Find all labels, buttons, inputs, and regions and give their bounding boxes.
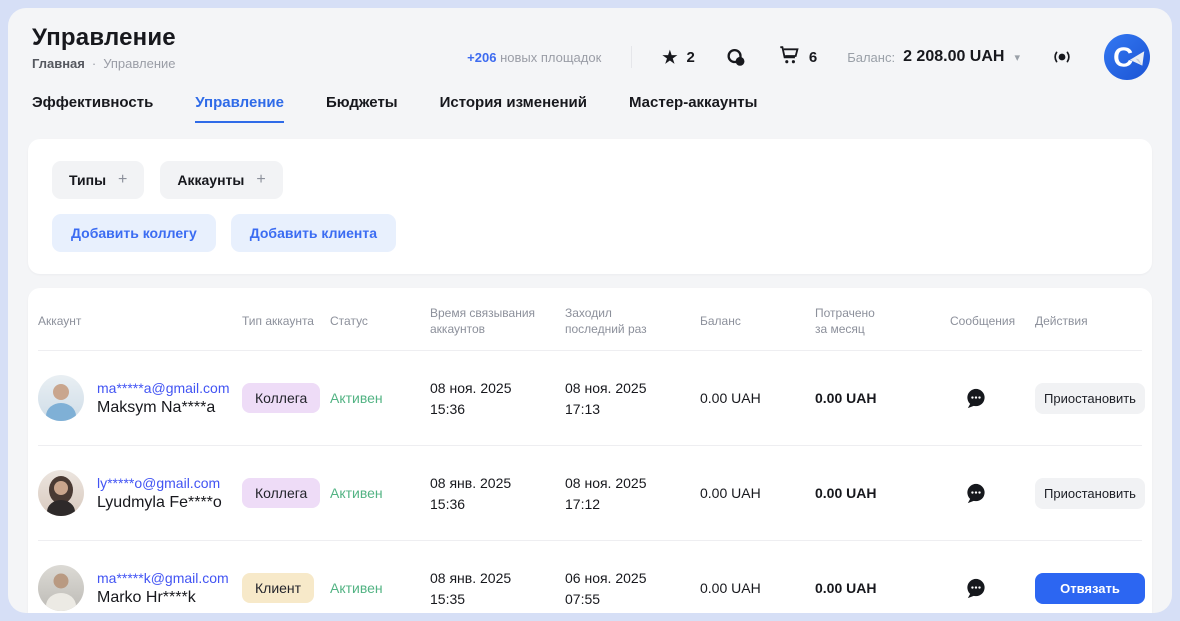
unlink-button[interactable]: Отвязать — [1035, 573, 1145, 604]
favorites-count: 2 — [687, 49, 695, 66]
add-client-button[interactable]: Добавить клиента — [231, 214, 396, 252]
message-icon[interactable] — [964, 387, 987, 410]
account-name: Marko Hr****k — [97, 589, 229, 607]
table-row: ly*****o@gmail.com Lyudmyla Fe****o Колл… — [38, 445, 1142, 540]
message-icon[interactable] — [964, 577, 987, 600]
cart-icon — [778, 44, 800, 70]
brand-logo[interactable]: C — [1104, 34, 1150, 80]
cart-stat[interactable]: 6 — [778, 44, 817, 70]
svg-text:C: C — [1113, 42, 1133, 73]
linked-datetime: 08 янв. 202515:35 — [430, 569, 565, 608]
col-account: Аккаунт — [38, 313, 242, 329]
balance-cell: 0.00 UAH — [700, 485, 815, 501]
col-spent-month: Потрачено за месяц — [815, 305, 950, 337]
account-email[interactable]: ma*****a@gmail.com — [97, 380, 229, 396]
add-colleague-button[interactable]: Добавить коллегу — [52, 214, 216, 252]
account-type-badge: Коллега — [242, 383, 320, 413]
linked-datetime: 08 янв. 202515:36 — [430, 474, 565, 513]
header-divider — [631, 46, 632, 68]
cart-count: 6 — [809, 49, 817, 66]
breadcrumb-home[interactable]: Главная — [32, 56, 85, 71]
status-label: Активен — [330, 485, 383, 501]
plus-icon: + — [256, 171, 265, 189]
filter-accounts-label: Аккаунты — [177, 172, 244, 188]
breadcrumb: Главная · Управление — [32, 56, 176, 71]
breadcrumb-current: Управление — [103, 56, 175, 71]
col-linked-time: Время связывания аккаунтов — [430, 305, 565, 337]
last-seen-datetime: 06 ноя. 202507:55 — [565, 569, 700, 608]
account-type-badge: Коллега — [242, 478, 320, 508]
desktop-background: Управление Главная · Управление +206 нов… — [0, 0, 1180, 621]
table-row: ma*****k@gmail.com Marko Hr****k Клиент … — [38, 540, 1142, 613]
suspend-button[interactable]: Приостановить — [1035, 478, 1145, 509]
tab-master-accounts[interactable]: Мастер-аккаунты — [629, 94, 757, 123]
notification-bell-icon[interactable] — [1050, 45, 1074, 69]
last-seen-datetime: 08 ноя. 202517:13 — [565, 379, 700, 418]
spent-cell: 0.00 UAH — [815, 485, 950, 501]
balance-label: Баланс: — [847, 50, 895, 65]
status-label: Активен — [330, 390, 383, 406]
status-label: Активен — [330, 580, 383, 596]
spent-cell: 0.00 UAH — [815, 390, 950, 406]
tab-bar: Эффективность Управление Бюджеты История… — [8, 80, 1172, 123]
tab-effectiveness[interactable]: Эффективность — [32, 94, 153, 123]
tab-management[interactable]: Управление — [195, 94, 284, 123]
suspend-button[interactable]: Приостановить — [1035, 383, 1145, 414]
filters-card: Типы + Аккаунты + Добавить коллегу Добав… — [28, 139, 1152, 274]
tab-change-history[interactable]: История изменений — [440, 94, 587, 123]
account-name: Lyudmyla Fe****o — [97, 494, 222, 512]
filter-types-label: Типы — [69, 172, 106, 188]
col-last-seen: Заходил последний раз — [565, 305, 700, 337]
message-icon[interactable] — [964, 482, 987, 505]
new-sites-link[interactable]: +206 новых площадок — [467, 50, 601, 65]
new-sites-count: +206 — [467, 50, 496, 65]
last-seen-datetime: 08 ноя. 202517:12 — [565, 474, 700, 513]
favorites-stat[interactable]: ★ 2 — [662, 49, 695, 66]
account-type-badge: Клиент — [242, 573, 314, 603]
filter-accounts-chip[interactable]: Аккаунты + — [160, 161, 282, 199]
linked-datetime: 08 ноя. 202515:36 — [430, 379, 565, 418]
chat-bubble-icon[interactable] — [725, 46, 748, 69]
balance-cell: 0.00 UAH — [700, 580, 815, 596]
page-title: Управление — [32, 24, 176, 52]
page-header: Управление Главная · Управление +206 нов… — [8, 8, 1172, 80]
avatar — [38, 565, 84, 611]
spent-cell: 0.00 UAH — [815, 580, 950, 596]
breadcrumb-separator: · — [92, 56, 96, 71]
new-sites-label: новых площадок — [500, 50, 601, 65]
tab-budgets[interactable]: Бюджеты — [326, 94, 398, 123]
col-messages: Сообщения — [950, 313, 1035, 329]
account-name: Maksym Na****a — [97, 399, 229, 417]
col-balance: Баланс — [700, 313, 815, 329]
table-row: ma*****a@gmail.com Maksym Na****a Коллег… — [38, 350, 1142, 445]
col-actions: Действия — [1035, 313, 1150, 329]
star-icon: ★ — [662, 49, 677, 66]
col-status: Статус — [330, 313, 430, 329]
balance-cell: 0.00 UAH — [700, 390, 815, 406]
account-email[interactable]: ly*****o@gmail.com — [97, 475, 222, 491]
filter-types-chip[interactable]: Типы + — [52, 161, 144, 199]
plus-icon: + — [118, 171, 127, 189]
avatar — [38, 470, 84, 516]
balance-dropdown[interactable]: Баланс: 2 208.00 UAH ▾ — [847, 48, 1020, 66]
account-email[interactable]: ma*****k@gmail.com — [97, 570, 229, 586]
app-window: Управление Главная · Управление +206 нов… — [8, 8, 1172, 613]
accounts-table: Аккаунт Тип аккаунта Статус Время связыв… — [28, 288, 1152, 613]
chevron-down-icon: ▾ — [1014, 51, 1020, 64]
balance-value: 2 208.00 UAH — [903, 48, 1004, 66]
avatar — [38, 375, 84, 421]
table-header-row: Аккаунт Тип аккаунта Статус Время связыв… — [38, 288, 1142, 350]
col-account-type: Тип аккаунта — [242, 313, 330, 329]
